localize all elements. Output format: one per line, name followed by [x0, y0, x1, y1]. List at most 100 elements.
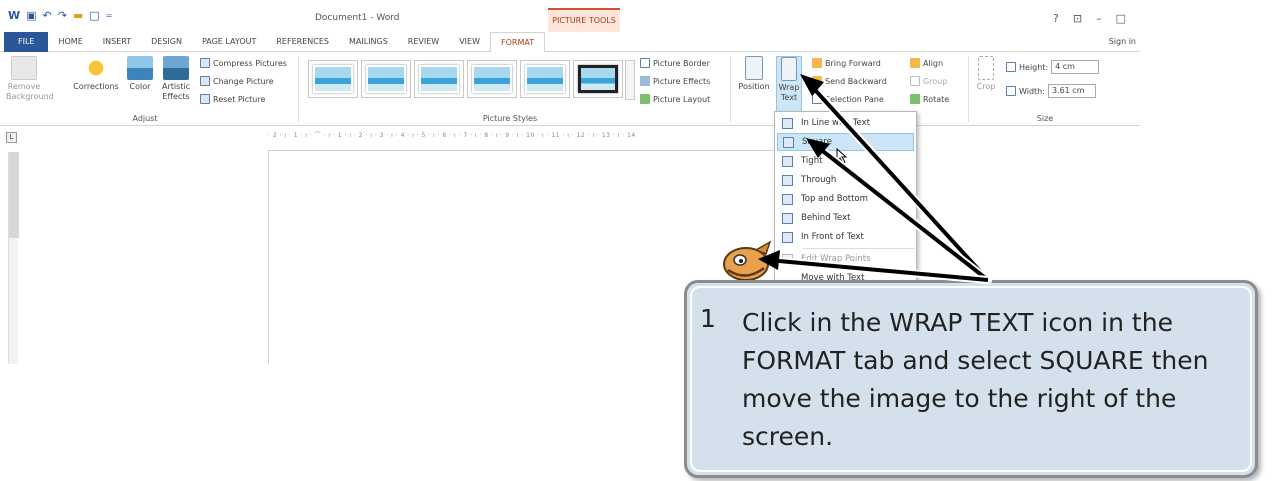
reset-picture-button[interactable]: Reset Picture [200, 94, 265, 104]
ribbon-display-icon[interactable]: ⊡ [1073, 12, 1082, 25]
position-label: Position [738, 82, 770, 91]
position-button[interactable]: Position [734, 56, 774, 92]
bring-forward-label: Bring Forward [825, 58, 881, 68]
change-picture-icon [200, 76, 210, 86]
selection-pane-label: Selection Pane [825, 94, 884, 104]
top-bottom-wrap-icon [782, 193, 793, 205]
tab-home[interactable]: HOME [48, 32, 92, 52]
new-document-icon[interactable]: □ [89, 9, 99, 22]
picture-layout-button[interactable]: Picture Layout [640, 94, 710, 104]
picture-border-button[interactable]: Picture Border [640, 58, 710, 68]
selection-pane-button[interactable]: Selection Pane [812, 94, 884, 104]
save-icon[interactable]: ▣ [26, 9, 36, 22]
align-button[interactable]: Align [910, 58, 943, 68]
open-folder-icon[interactable]: ▬ [73, 9, 83, 22]
picture-tools-context-label: PICTURE TOOLS [548, 8, 620, 32]
help-icon[interactable]: ? [1053, 12, 1059, 25]
width-input[interactable]: 3.61 cm [1047, 84, 1096, 98]
height-input[interactable]: 4 cm [1051, 60, 1100, 74]
tab-selector[interactable]: L [6, 132, 17, 143]
tab-insert[interactable]: INSERT [93, 32, 141, 52]
maximize-icon[interactable]: □ [1116, 12, 1126, 25]
instruction-text: Click in the WRAP TEXT icon in the FORMA… [742, 308, 1209, 451]
picture-style-2[interactable] [361, 60, 411, 98]
mouse-cursor-icon [836, 148, 848, 164]
tab-references[interactable]: REFERENCES [266, 32, 339, 52]
picture-style-5[interactable] [520, 60, 570, 98]
remove-background-button[interactable]: Remove Background [6, 56, 54, 102]
rotate-icon [910, 94, 920, 104]
width-icon [1006, 86, 1016, 96]
menu-divider [803, 248, 915, 249]
redo-icon[interactable]: ↷ [58, 9, 67, 22]
width-control: Width: 3.61 cm [1006, 84, 1096, 98]
crop-icon [978, 56, 994, 80]
menu-item-through[interactable]: Through [777, 171, 914, 189]
sun-icon [83, 56, 109, 80]
tab-file[interactable]: FILE [4, 31, 49, 52]
undo-icon[interactable]: ↶ [43, 9, 52, 22]
tight-wrap-icon [782, 155, 793, 167]
menu-item-top-and-bottom[interactable]: Top and Bottom [777, 190, 914, 208]
menu-item-label: Edit Wrap Points [801, 254, 871, 264]
tab-format[interactable]: FORMAT [490, 31, 546, 53]
clipart-picture[interactable] [716, 238, 778, 286]
color-label: Color [129, 82, 151, 91]
picture-style-1[interactable] [308, 60, 358, 98]
selection-pane-icon [812, 94, 822, 104]
rotate-button[interactable]: Rotate [910, 94, 949, 104]
menu-item-in-front-of-text[interactable]: In Front of Text [777, 228, 914, 246]
menu-item-edit-wrap-points[interactable]: Edit Wrap Points [777, 250, 914, 268]
picture-layout-icon [640, 94, 650, 104]
compress-pictures-button[interactable]: Compress Pictures [200, 58, 287, 68]
artistic-effects-button[interactable]: Artistic Effects [158, 56, 194, 102]
group-button[interactable]: Group [910, 76, 947, 86]
group-label: Group [923, 76, 948, 86]
compress-icon [200, 58, 210, 68]
tab-review[interactable]: REVIEW [398, 32, 449, 52]
color-icon [127, 56, 153, 80]
rotate-label: Rotate [923, 94, 950, 104]
horizontal-ruler[interactable]: · 2 · ı · 1 · ı · ⌒ · ı · 1 · ı · 2 · ı … [268, 130, 780, 142]
tab-view[interactable]: VIEW [449, 32, 490, 52]
group-separator [730, 56, 731, 122]
step-number: 1 [700, 304, 716, 333]
minimize-icon[interactable]: – [1096, 12, 1102, 25]
customize-toolbar-icon[interactable]: = [106, 11, 113, 20]
ribbon: Remove Background Corrections Color Arti… [0, 52, 1140, 126]
tab-design[interactable]: DESIGN [141, 32, 192, 52]
corrections-button[interactable]: Corrections [70, 56, 122, 92]
sign-in-link[interactable]: Sign in [1109, 37, 1136, 46]
crop-button[interactable]: Crop [972, 56, 1000, 92]
color-button[interactable]: Color [126, 56, 154, 92]
in-front-icon [782, 231, 793, 243]
edit-wrap-points-icon [782, 253, 793, 265]
menu-item-behind-text[interactable]: Behind Text [777, 209, 914, 227]
ribbon-tabs: FILE HOME INSERT DESIGN PAGE LAYOUT REFE… [0, 31, 1140, 53]
picture-effects-label: Picture Effects [653, 76, 711, 86]
wrap-text-button[interactable]: Wrap Text [776, 56, 802, 114]
picture-style-4[interactable] [467, 60, 517, 98]
vertical-ruler[interactable] [8, 152, 19, 364]
bring-forward-icon [812, 58, 822, 68]
crop-label: Crop [976, 82, 996, 91]
tab-page-layout[interactable]: PAGE LAYOUT [192, 32, 266, 52]
square-wrap-icon [783, 136, 794, 148]
tab-mailings[interactable]: MAILINGS [339, 32, 398, 52]
group-separator [298, 56, 299, 122]
change-picture-button[interactable]: Change Picture [200, 76, 274, 86]
menu-item-in-line-with-text[interactable]: In Line with Text [777, 114, 914, 132]
align-label: Align [923, 58, 944, 68]
picture-style-6[interactable] [573, 60, 623, 98]
in-line-icon [782, 117, 793, 129]
menu-item-label: Behind Text [801, 213, 851, 223]
styles-gallery-scroll[interactable] [625, 60, 635, 100]
position-icon [745, 56, 763, 80]
reset-picture-icon [200, 94, 210, 104]
send-backward-button[interactable]: Send Backward [812, 76, 887, 86]
change-picture-label: Change Picture [213, 76, 274, 86]
picture-effects-button[interactable]: Picture Effects [640, 76, 710, 86]
align-icon [910, 58, 920, 68]
picture-style-3[interactable] [414, 60, 464, 98]
bring-forward-button[interactable]: Bring Forward [812, 58, 881, 68]
